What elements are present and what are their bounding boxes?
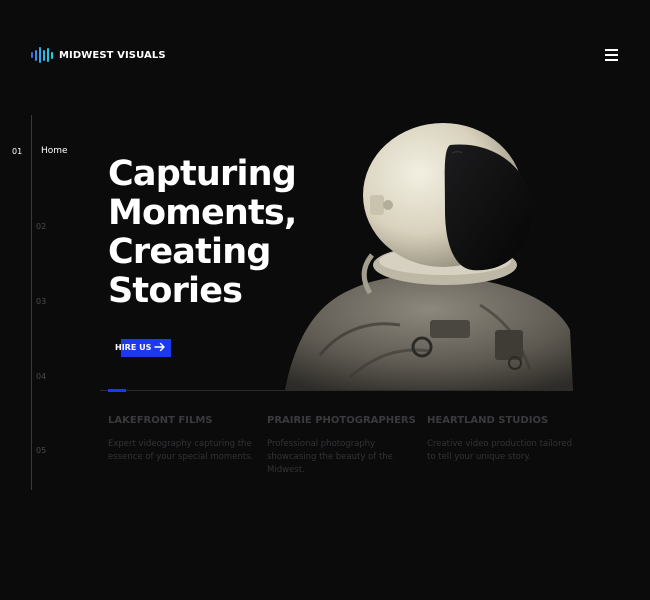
arrow-right-icon[interactable] bbox=[154, 341, 166, 353]
feature-title: HEARTLAND STUDIOS bbox=[427, 415, 549, 426]
feature-card: HEARTLAND STUDIOS Creative video product… bbox=[427, 415, 577, 464]
feature-title: LAKEFRONT FILMS bbox=[108, 415, 213, 426]
slider-progress-track bbox=[100, 390, 573, 391]
brand-name: MIDWEST VISUALS bbox=[59, 49, 166, 61]
slider-progress-indicator bbox=[108, 389, 126, 392]
rail-number-02[interactable]: 02 bbox=[36, 222, 46, 231]
headline-line-1: Capturing bbox=[108, 154, 297, 194]
feature-title: PRAIRIE PHOTOGRAPHERS bbox=[267, 415, 416, 426]
rail-number-01[interactable]: 01 bbox=[12, 147, 22, 156]
brand-logo[interactable]: MIDWEST VISUALS bbox=[31, 47, 166, 63]
headline-line-4: Stories bbox=[108, 271, 243, 311]
hamburger-menu-icon[interactable] bbox=[605, 49, 619, 61]
hero-headline: Capturing Moments, Creating Stories bbox=[108, 155, 348, 311]
rail-number-05[interactable]: 05 bbox=[36, 446, 46, 455]
feature-description: Professional photography showcasing the … bbox=[267, 439, 393, 475]
feature-description: Expert videography capturing the essence… bbox=[108, 439, 254, 462]
rail-label-home[interactable]: Home bbox=[41, 146, 68, 156]
rail-number-04[interactable]: 04 bbox=[36, 372, 46, 381]
hire-us-label[interactable]: HIRE US bbox=[115, 343, 151, 352]
section-rail bbox=[31, 115, 32, 490]
headline-line-2: Moments, bbox=[108, 193, 297, 233]
feature-card: LAKEFRONT FILMS Expert videography captu… bbox=[108, 415, 258, 464]
rail-number-03[interactable]: 03 bbox=[36, 297, 46, 306]
feature-description: Creative video production tailored to te… bbox=[427, 439, 572, 462]
headline-line-3: Creating bbox=[108, 232, 271, 272]
sound-wave-logo-icon bbox=[31, 47, 53, 63]
feature-card: PRAIRIE PHOTOGRAPHERS Professional photo… bbox=[267, 415, 417, 477]
